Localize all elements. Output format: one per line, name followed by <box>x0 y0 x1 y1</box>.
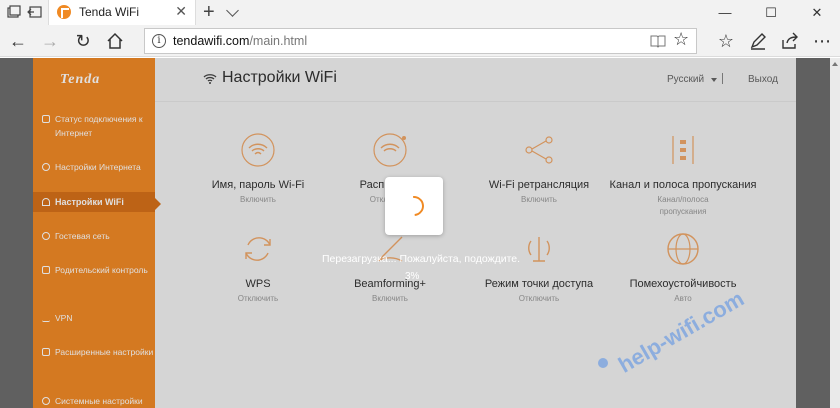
refresh-icon[interactable]: ↻ <box>71 29 95 53</box>
close-window-button[interactable]: ✕ <box>794 0 840 25</box>
favorites-list-icon[interactable]: ☆ <box>714 29 738 53</box>
plus-icon[interactable]: + <box>203 1 215 23</box>
reading-view-icon[interactable] <box>650 33 666 49</box>
info-icon[interactable]: i <box>152 34 166 48</box>
browser-tab[interactable]: Tenda WiFi ✕ <box>48 0 196 25</box>
title-bar: Tenda WiFi ✕ + — ☐ ✕ <box>0 0 840 25</box>
minimize-button[interactable]: — <box>702 0 748 25</box>
chevron-down-icon[interactable] <box>226 4 239 17</box>
back-arrow-icon[interactable]: ← <box>6 29 30 53</box>
forward-arrow-icon[interactable]: → <box>38 29 62 53</box>
loading-dialog <box>385 177 443 235</box>
pen-icon[interactable] <box>746 29 770 53</box>
navigation-bar: ← → ↻ i tendawifi.com/main.html ☆ ☆ ⋯ <box>0 25 840 57</box>
url-text[interactable]: tendawifi.com/main.html <box>173 34 307 48</box>
scroll-up-arrow-icon[interactable] <box>832 62 838 66</box>
tab-title: Tenda WiFi <box>79 5 140 19</box>
reboot-progress-percent: 3% <box>405 271 420 282</box>
more-icon[interactable]: ⋯ <box>810 29 834 53</box>
tenda-favicon-icon <box>57 5 71 19</box>
page-scrollbar[interactable] <box>830 58 840 408</box>
maximize-button[interactable]: ☐ <box>748 0 794 25</box>
address-bar[interactable]: i tendawifi.com/main.html ☆ <box>144 28 697 54</box>
set-tabs-aside-icon[interactable] <box>27 4 43 20</box>
reboot-message: Перезагрузка... Пожалуйста, подождите. <box>322 253 521 265</box>
tab-preview-icon[interactable] <box>6 4 22 20</box>
spinner-icon <box>399 191 429 221</box>
favorite-star-icon[interactable]: ☆ <box>673 29 689 50</box>
share-icon[interactable] <box>778 29 802 53</box>
tab-close-icon[interactable]: ✕ <box>175 3 187 20</box>
watermark-dot-icon <box>598 358 608 368</box>
home-icon[interactable] <box>103 29 127 53</box>
